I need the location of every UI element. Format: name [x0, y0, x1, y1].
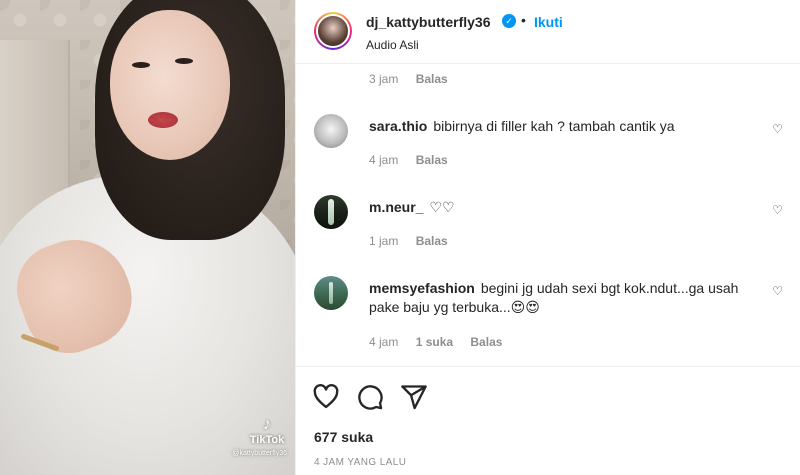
- comment-time: 3 jam: [369, 72, 399, 86]
- tiktok-watermark-name: TikTok: [249, 434, 285, 446]
- follow-button[interactable]: Ikuti: [534, 14, 563, 30]
- comment-time: 4 jam: [369, 335, 399, 349]
- reply-button[interactable]: Balas: [416, 234, 448, 248]
- tiktok-watermark: ♪ TikTok @kattybutterfly36: [232, 416, 287, 457]
- comment-text: sara.thio bibirnya di filler kah ? tambah…: [369, 117, 769, 136]
- header-separator: •: [521, 12, 526, 28]
- comment-like-icon[interactable]: ♡: [772, 203, 783, 217]
- audio-label[interactable]: Audio Asli: [366, 38, 419, 52]
- person-face: [110, 10, 230, 160]
- likes-count[interactable]: 677 suka: [314, 429, 373, 445]
- commenter-username[interactable]: memsyefashion: [369, 280, 475, 296]
- verified-badge-icon: ✓: [502, 14, 516, 28]
- author-avatar[interactable]: [314, 12, 352, 50]
- comment-body: ♡♡: [429, 199, 455, 215]
- comment-time: 4 jam: [369, 153, 399, 167]
- post-actions: 677 suka 4 JAM YANG LALU: [296, 366, 800, 475]
- comment-meta: 4 jam 1 suka Balas: [369, 335, 516, 349]
- comment-body: bibirnya di filler kah ? tambah cantik y…: [433, 118, 675, 134]
- comments-list[interactable]: 3 jam Balas sara.thio bibirnya di filler …: [296, 64, 800, 364]
- comment-meta: 3 jam Balas: [369, 72, 462, 86]
- comment-meta: 1 jam Balas: [369, 234, 462, 248]
- tiktok-logo-icon: ♪: [263, 416, 271, 433]
- post-media[interactable]: ♪ TikTok @kattybutterfly36: [0, 0, 295, 475]
- person-lips: [148, 112, 178, 128]
- reply-button[interactable]: Balas: [416, 153, 448, 167]
- waterfall-image: [328, 199, 334, 225]
- reply-button[interactable]: Balas: [416, 72, 448, 86]
- commenter-username[interactable]: sara.thio: [369, 118, 427, 134]
- author-username[interactable]: dj_kattybutterfly36: [366, 14, 490, 30]
- person-eye-left: [132, 62, 150, 68]
- comment-likes[interactable]: 1 suka: [416, 335, 453, 349]
- comment-like-icon[interactable]: ♡: [772, 122, 783, 136]
- comment-time: 1 jam: [369, 234, 399, 248]
- heart-icon[interactable]: [312, 383, 340, 411]
- post-header: dj_kattybutterfly36 ✓ • Ikuti Audio Asli: [296, 0, 800, 64]
- comment-text: memsyefashion begini jg udah sexi bgt kok…: [369, 279, 769, 317]
- reply-button[interactable]: Balas: [470, 335, 502, 349]
- comment-text: m.neur_ ♡♡: [369, 198, 769, 217]
- comment-icon[interactable]: [356, 383, 384, 411]
- post-sidebar: dj_kattybutterfly36 ✓ • Ikuti Audio Asli…: [295, 0, 800, 475]
- person-eye-right: [175, 58, 193, 64]
- comment-meta: 4 jam Balas: [369, 153, 462, 167]
- waterfall-image: [329, 282, 333, 304]
- share-icon[interactable]: [400, 383, 428, 411]
- author-avatar-image: [316, 14, 350, 48]
- commenter-username[interactable]: m.neur_: [369, 199, 423, 215]
- post-timestamp: 4 JAM YANG LALU: [314, 457, 407, 468]
- tiktok-watermark-user: @kattybutterfly36: [232, 450, 287, 457]
- commenter-avatar[interactable]: [314, 195, 348, 229]
- commenter-avatar[interactable]: [314, 276, 348, 310]
- commenter-avatar[interactable]: [314, 114, 348, 148]
- comment-like-icon[interactable]: ♡: [772, 284, 783, 298]
